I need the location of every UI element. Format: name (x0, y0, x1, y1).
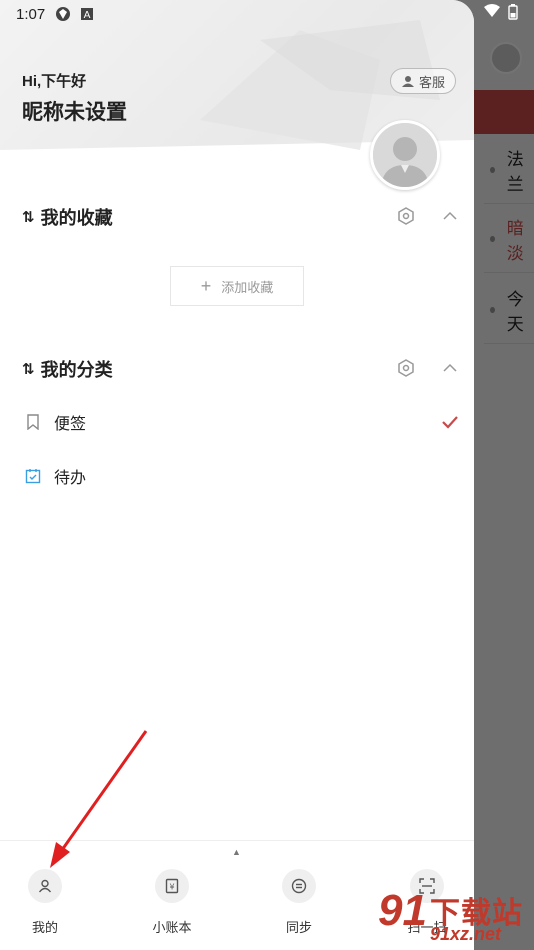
tab-sync[interactable]: 同步 (254, 869, 344, 936)
sort-icon[interactable]: ⇅ (22, 208, 35, 226)
plus-icon: + (200, 275, 212, 296)
calendar-check-icon (24, 467, 42, 485)
sort-icon[interactable]: ⇅ (22, 360, 35, 378)
tab-ledger[interactable]: ¥ 小账本 (127, 869, 217, 936)
add-favorite-label: 添加收藏 (221, 279, 274, 295)
categories-section-title: ⇅ 我的分类 (22, 356, 113, 382)
app-notification-icon (55, 6, 71, 22)
svg-text:¥: ¥ (169, 883, 174, 892)
categories-title: 我的分类 (40, 360, 113, 380)
bookmark-icon (24, 413, 42, 431)
customer-service-button[interactable]: 客服 (390, 68, 456, 94)
tab-mine[interactable]: 我的 (0, 869, 90, 936)
category-item-todo[interactable]: 待办 (24, 461, 464, 491)
tab-label: 我的 (31, 920, 58, 935)
svg-text:A: A (84, 10, 91, 21)
side-drawer: Hi,下午好 昵称未设置 客服 ⇅ 我的收藏 + 添加收藏 ⇅ 我的分类 便签 … (0, 0, 474, 950)
category-item-notes[interactable]: 便签 (24, 407, 464, 437)
nickname-text[interactable]: 昵称未设置 (22, 96, 127, 126)
add-favorite-button[interactable]: + 添加收藏 (170, 266, 304, 306)
battery-icon (508, 4, 518, 20)
status-time: 1:07 (16, 5, 46, 23)
sync-icon (282, 869, 316, 903)
selected-checkmark-icon (440, 412, 460, 432)
favorites-collapse-chevron-up-icon[interactable] (440, 206, 460, 226)
wifi-icon (484, 4, 500, 17)
categories-settings-icon[interactable] (396, 358, 416, 378)
customer-service-label: 客服 (418, 74, 445, 90)
drawer-header: Hi,下午好 昵称未设置 客服 (0, 0, 474, 195)
favorites-settings-icon[interactable] (396, 206, 416, 226)
status-right-icons (484, 4, 518, 20)
greeting-text: Hi,下午好 (22, 73, 87, 90)
person-icon (28, 869, 62, 903)
categories-collapse-chevron-up-icon[interactable] (440, 358, 460, 378)
tab-label: 小账本 (152, 920, 192, 935)
category-label: 待办 (54, 470, 87, 487)
default-avatar-icon (373, 123, 437, 187)
status-bar: 1:07 A (0, 0, 534, 28)
favorites-section-title: ⇅ 我的收藏 (22, 204, 113, 230)
tab-label: 同步 (285, 920, 312, 935)
headset-person-icon (401, 76, 414, 87)
category-label: 便签 (54, 416, 87, 433)
watermark-glyph: 91 (378, 886, 427, 935)
avatar[interactable] (370, 120, 440, 190)
watermark-url: 91xz.net (430, 924, 502, 944)
favorites-title: 我的收藏 (40, 208, 113, 228)
ledger-icon: ¥ (155, 869, 189, 903)
watermark-logo: 91 下载站 91xz.net (378, 886, 534, 950)
expand-caret-up-icon[interactable]: ▲ (232, 847, 241, 857)
a-notification-icon: A (79, 6, 95, 22)
